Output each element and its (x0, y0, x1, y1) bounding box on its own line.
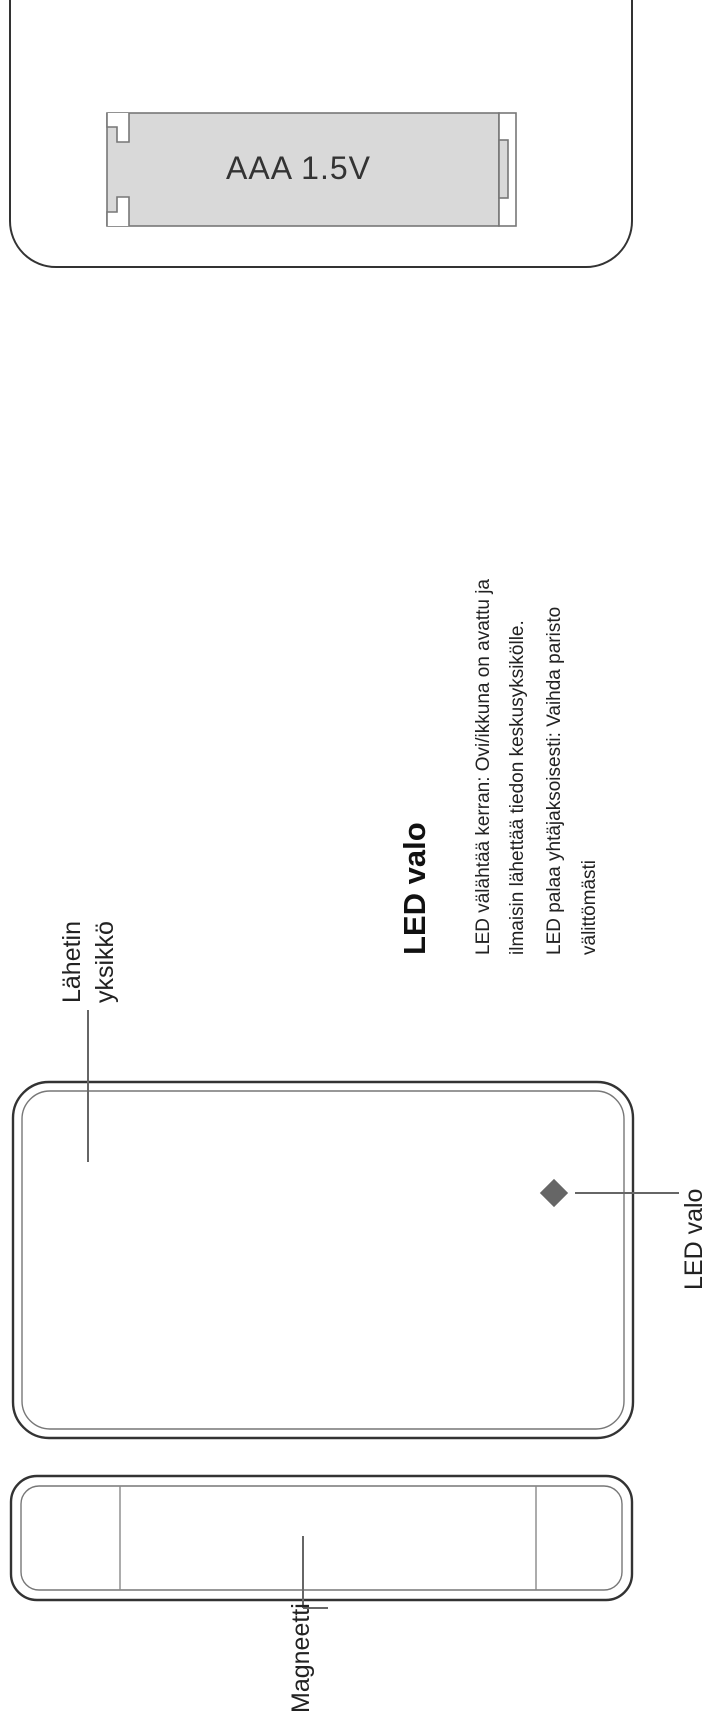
led-section-heading: LED valo (397, 822, 432, 955)
led-indicator (539, 1178, 569, 1208)
magnet-unit (9, 1474, 634, 1602)
led-description-line-4: välittömästi (579, 859, 600, 955)
led-description-line-2: ilmaisin lähettää tiedon keskusyksikölle… (507, 620, 528, 955)
transmitter-unit (11, 1080, 635, 1440)
led-description-line-3: LED palaa yhtäjaksoisesti: Vaihda parist… (544, 606, 565, 955)
led-description-line-1: LED välähtää kerran: Ovi/ikkuna on avatt… (473, 579, 494, 955)
led-label: LED valo (680, 1188, 704, 1290)
magnet-label: Magneetti (287, 1603, 315, 1713)
battery-label: AAA 1.5V (226, 150, 371, 186)
transmitter-label-line-2: yksikkö (91, 921, 119, 1003)
transmitter-label-line-1: Lähetin (58, 920, 86, 1003)
device-diagram (9, 0, 679, 1609)
